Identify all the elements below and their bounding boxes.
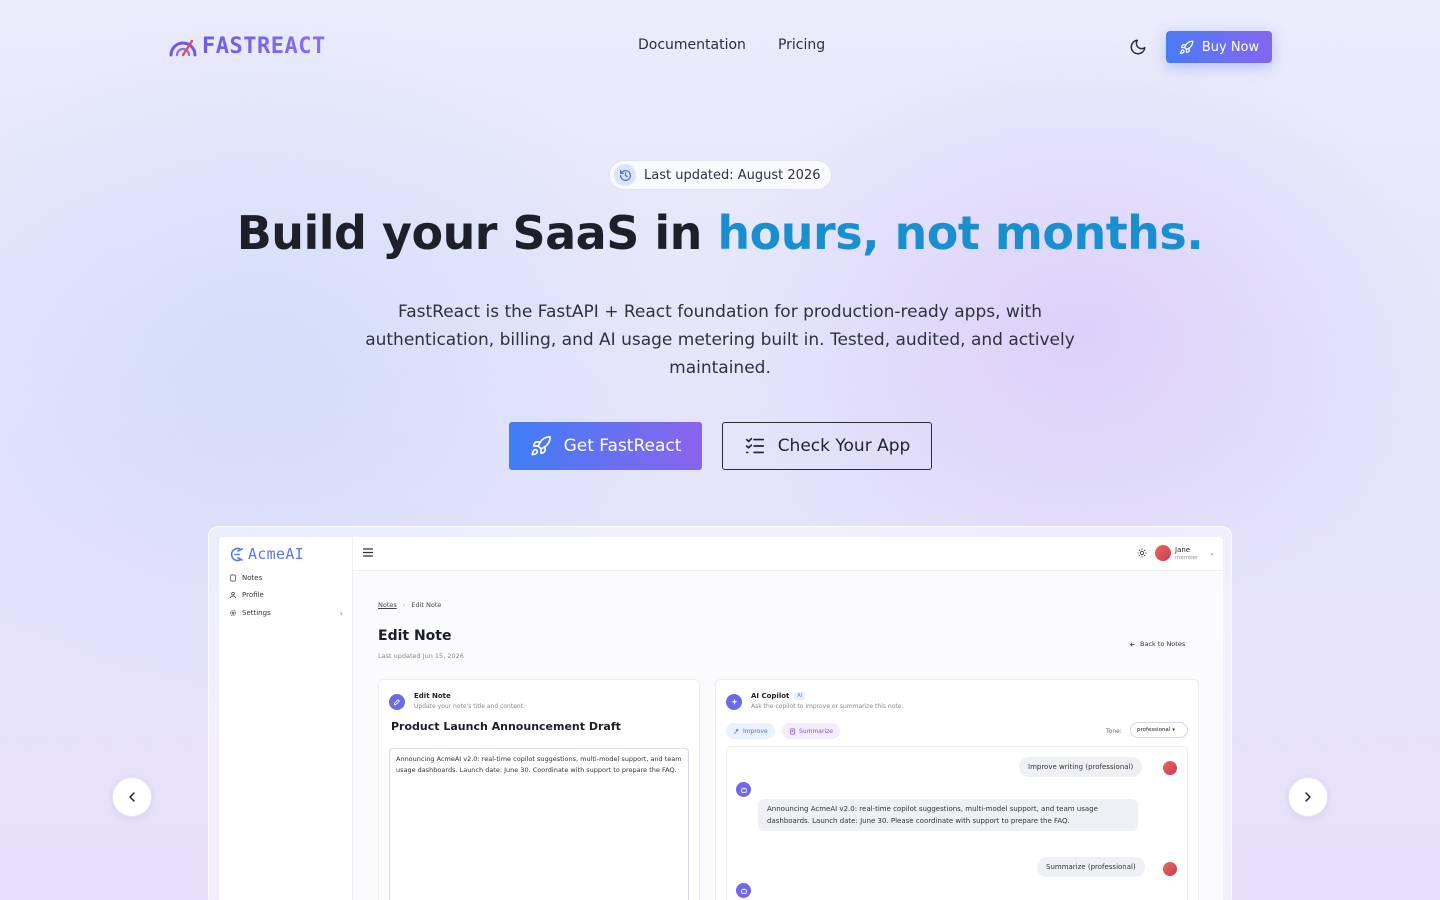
back-to-notes-link[interactable]: Back to Notes xyxy=(1129,640,1185,648)
edit-note-heading: Edit Note xyxy=(414,692,451,700)
nav-link-pricing[interactable]: Pricing xyxy=(778,37,825,53)
preview-app-window: AcmeAI Notes Profile Settings › Jane mem… xyxy=(219,537,1223,900)
chevron-right-icon: › xyxy=(339,608,343,618)
edit-icon xyxy=(389,694,405,710)
summarize-label: Summarize xyxy=(799,727,833,735)
buy-now-label: Buy Now xyxy=(1201,39,1260,55)
preview-topbar: Jane member ⌄ xyxy=(353,537,1223,571)
acme-logo-icon xyxy=(230,547,243,561)
check-your-app-button[interactable]: Check Your App xyxy=(722,422,932,470)
note-title-input[interactable]: Product Launch Announcement Draft xyxy=(391,720,621,733)
last-updated-badge: Last updated: August 2026 xyxy=(609,160,832,190)
avatar[interactable] xyxy=(1155,545,1171,561)
page-title: Edit Note xyxy=(378,628,452,644)
copilot-chat-thread: Improve writing (professional) Announcin… xyxy=(726,746,1188,900)
preview-app-name: AcmeAI xyxy=(248,545,304,563)
get-fastreact-button[interactable]: Get FastReact xyxy=(509,422,702,470)
menu-icon[interactable] xyxy=(363,548,373,557)
get-fastreact-label: Get FastReact xyxy=(563,436,682,456)
breadcrumb-separator: › xyxy=(402,601,406,609)
sidebar-item-label: Notes xyxy=(242,574,263,582)
sparkles-icon xyxy=(726,694,742,710)
tone-label: Tone: xyxy=(1106,728,1122,735)
rocket-icon xyxy=(531,436,551,456)
preview-sidebar-item-profile[interactable]: Profile xyxy=(229,591,343,599)
ai-copilot-description: Ask the copilot to improve or summarize … xyxy=(751,703,904,710)
ai-copilot-card: AI Copilot AI Ask the copilot to improve… xyxy=(715,679,1199,900)
hero-subtitle: FastReact is the FastAPI + React foundat… xyxy=(365,302,1075,378)
preview-app-logo: AcmeAI xyxy=(229,545,304,563)
sidebar-item-label: Settings xyxy=(242,609,271,617)
improve-button[interactable]: Improve xyxy=(726,723,775,739)
ai-badge: AI xyxy=(794,692,806,700)
chevron-down-icon[interactable]: ⌄ xyxy=(1209,549,1215,557)
product-preview-frame: AcmeAI Notes Profile Settings › Jane mem… xyxy=(208,526,1232,900)
page-last-updated: Last updated Jun 15, 2026 xyxy=(378,652,464,660)
user-role: member xyxy=(1175,555,1199,561)
sun-icon[interactable] xyxy=(1137,548,1147,558)
wand-icon xyxy=(733,727,739,734)
carousel-prev-button[interactable] xyxy=(112,777,152,817)
moon-icon xyxy=(1130,39,1146,55)
brand-logo[interactable]: FASTREACT xyxy=(168,34,326,59)
breadcrumb-notes[interactable]: Notes xyxy=(378,601,397,609)
ai-copilot-heading: AI Copilot AI xyxy=(751,692,806,700)
note-icon xyxy=(230,574,236,582)
breadcrumb-current: Edit Note xyxy=(411,601,442,609)
buy-now-button[interactable]: Buy Now xyxy=(1166,31,1272,63)
breadcrumb: Notes › Edit Note xyxy=(378,601,441,609)
avatar xyxy=(1163,862,1177,876)
checklist-icon xyxy=(745,437,764,454)
ai-copilot-title: AI Copilot xyxy=(751,692,790,700)
user-icon xyxy=(230,592,236,599)
edit-note-card: Edit Note Update your note's title and c… xyxy=(378,679,700,900)
arrow-left-icon xyxy=(1129,641,1135,647)
preview-main: Notes › Edit Note Edit Note Last updated… xyxy=(353,571,1223,900)
theme-toggle-button[interactable] xyxy=(1126,35,1150,59)
chevron-left-icon xyxy=(129,792,135,802)
bot-icon xyxy=(736,782,751,797)
last-updated-text: Last updated: August 2026 xyxy=(644,167,821,183)
rocket-icon xyxy=(1179,40,1194,54)
gear-icon xyxy=(230,610,236,616)
bot-icon xyxy=(736,883,751,898)
chat-message-user: Summarize (professional) xyxy=(1037,857,1145,877)
sidebar-item-label: Profile xyxy=(242,591,264,599)
history-icon xyxy=(614,164,636,186)
note-content-textarea[interactable]: Announcing AcmeAI v2.0: real-time copilo… xyxy=(389,748,689,900)
summarize-button[interactable]: Summarize xyxy=(782,723,840,739)
user-menu[interactable]: Jane member xyxy=(1175,546,1198,562)
headline-accent: hours, not months. xyxy=(717,206,1204,260)
nav-links: Documentation Pricing xyxy=(638,37,825,53)
carousel-next-button[interactable] xyxy=(1288,777,1328,817)
headline-plain: Build your SaaS in xyxy=(236,206,718,260)
chat-message-assistant: Announcing AcmeAI v2.0: real-time copilo… xyxy=(758,799,1138,831)
user-name: Jane xyxy=(1175,546,1191,554)
brand-name: FASTREACT xyxy=(202,34,326,59)
gauge-logo-icon xyxy=(169,39,197,56)
top-nav: FASTREACT Documentation Pricing Buy Now xyxy=(0,0,1440,92)
caret-down-icon: ▾ xyxy=(1172,727,1175,733)
improve-label: Improve xyxy=(743,727,768,735)
preview-sidebar: AcmeAI Notes Profile Settings › xyxy=(219,537,353,900)
check-your-app-label: Check Your App xyxy=(777,436,911,456)
edit-note-description: Update your note's title and content. xyxy=(414,703,525,710)
nav-link-documentation[interactable]: Documentation xyxy=(638,37,746,53)
chat-message-user: Improve writing (professional) xyxy=(1019,757,1143,777)
back-to-notes-label: Back to Notes xyxy=(1140,640,1186,648)
avatar xyxy=(1163,761,1177,775)
preview-sidebar-item-notes[interactable]: Notes xyxy=(229,574,343,582)
document-icon xyxy=(790,728,795,734)
chevron-right-icon xyxy=(1305,792,1311,802)
tone-value: professional xyxy=(1137,727,1171,733)
tone-select[interactable]: professional ▾ xyxy=(1130,722,1188,738)
preview-sidebar-item-settings[interactable]: Settings › xyxy=(229,608,343,618)
hero-headline: Build your SaaS in hours, not months. xyxy=(0,206,1440,260)
